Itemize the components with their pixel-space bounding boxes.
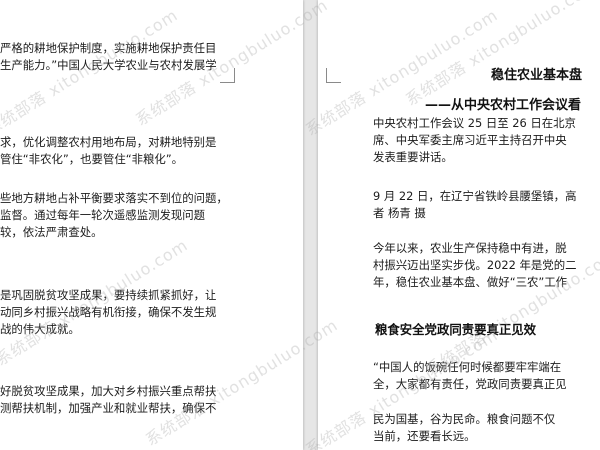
crop-mark-right — [326, 68, 341, 83]
right-paragraph-4: “中国人的饭碗任何时候都要牢牢端在 全，大家都有责任，党政同责要真正见 — [373, 360, 567, 391]
article-subtitle: ——从中央农村工作会议看 — [425, 98, 582, 113]
left-paragraph-2: 求，优化调整农村用地布局，对耕地特别是 管住“非农化”，也要管住“非粮化”。 — [0, 135, 217, 166]
right-paragraph-5: 民为国基，谷为民命。粮食问题不仅 当前，还要看长远。 — [373, 412, 556, 443]
right-paragraph-1: 中央农村工作会议 25 日至 26 日在北京 席、中央军委主席习近平主持召开中央… — [373, 116, 576, 164]
left-paragraph-4: 是巩固脱贫攻坚成果，要持续抓紧抓好，让 动同乡村振兴战略有机衔接，确保不发生规 … — [0, 288, 217, 336]
left-paragraph-1: 严格的耕地保护制度，实施耕地保护责任目 生产能力。”中国人民大学农业与农村发展学 — [0, 41, 217, 72]
section-heading: 粮食安全党政同责要真正见效 — [375, 322, 537, 337]
left-paragraph-3: 些地方耕地占补平衡要求落实不到位的问题， 监督。通过每年一轮次遥感监测发现问题 … — [0, 191, 228, 239]
left-paragraph-5: 好脱贫攻坚成果，加大对乡村振兴重点帮扶 测帮扶机制，加强产业和就业帮扶，确保不 — [0, 384, 217, 415]
right-paragraph-3: 今年以来，农业生产保持稳中有进，脱 村振兴迈出坚实步伐。2022 年是党的二 年… — [373, 241, 577, 289]
document-page-left: 严格的耕地保护制度，实施耕地保护责任目 生产能力。”中国人民大学农业与农村发展学… — [0, 0, 303, 450]
document-viewport: 严格的耕地保护制度，实施耕地保护责任目 生产能力。”中国人民大学农业与农村发展学… — [0, 0, 600, 450]
photo-caption: 9 月 22 日，在辽宁省铁岭县腰堡镇，高 者 杨青 摄 — [373, 189, 577, 220]
crop-mark-left — [220, 68, 235, 83]
article-title: 稳住农业基本盘 — [491, 68, 583, 83]
